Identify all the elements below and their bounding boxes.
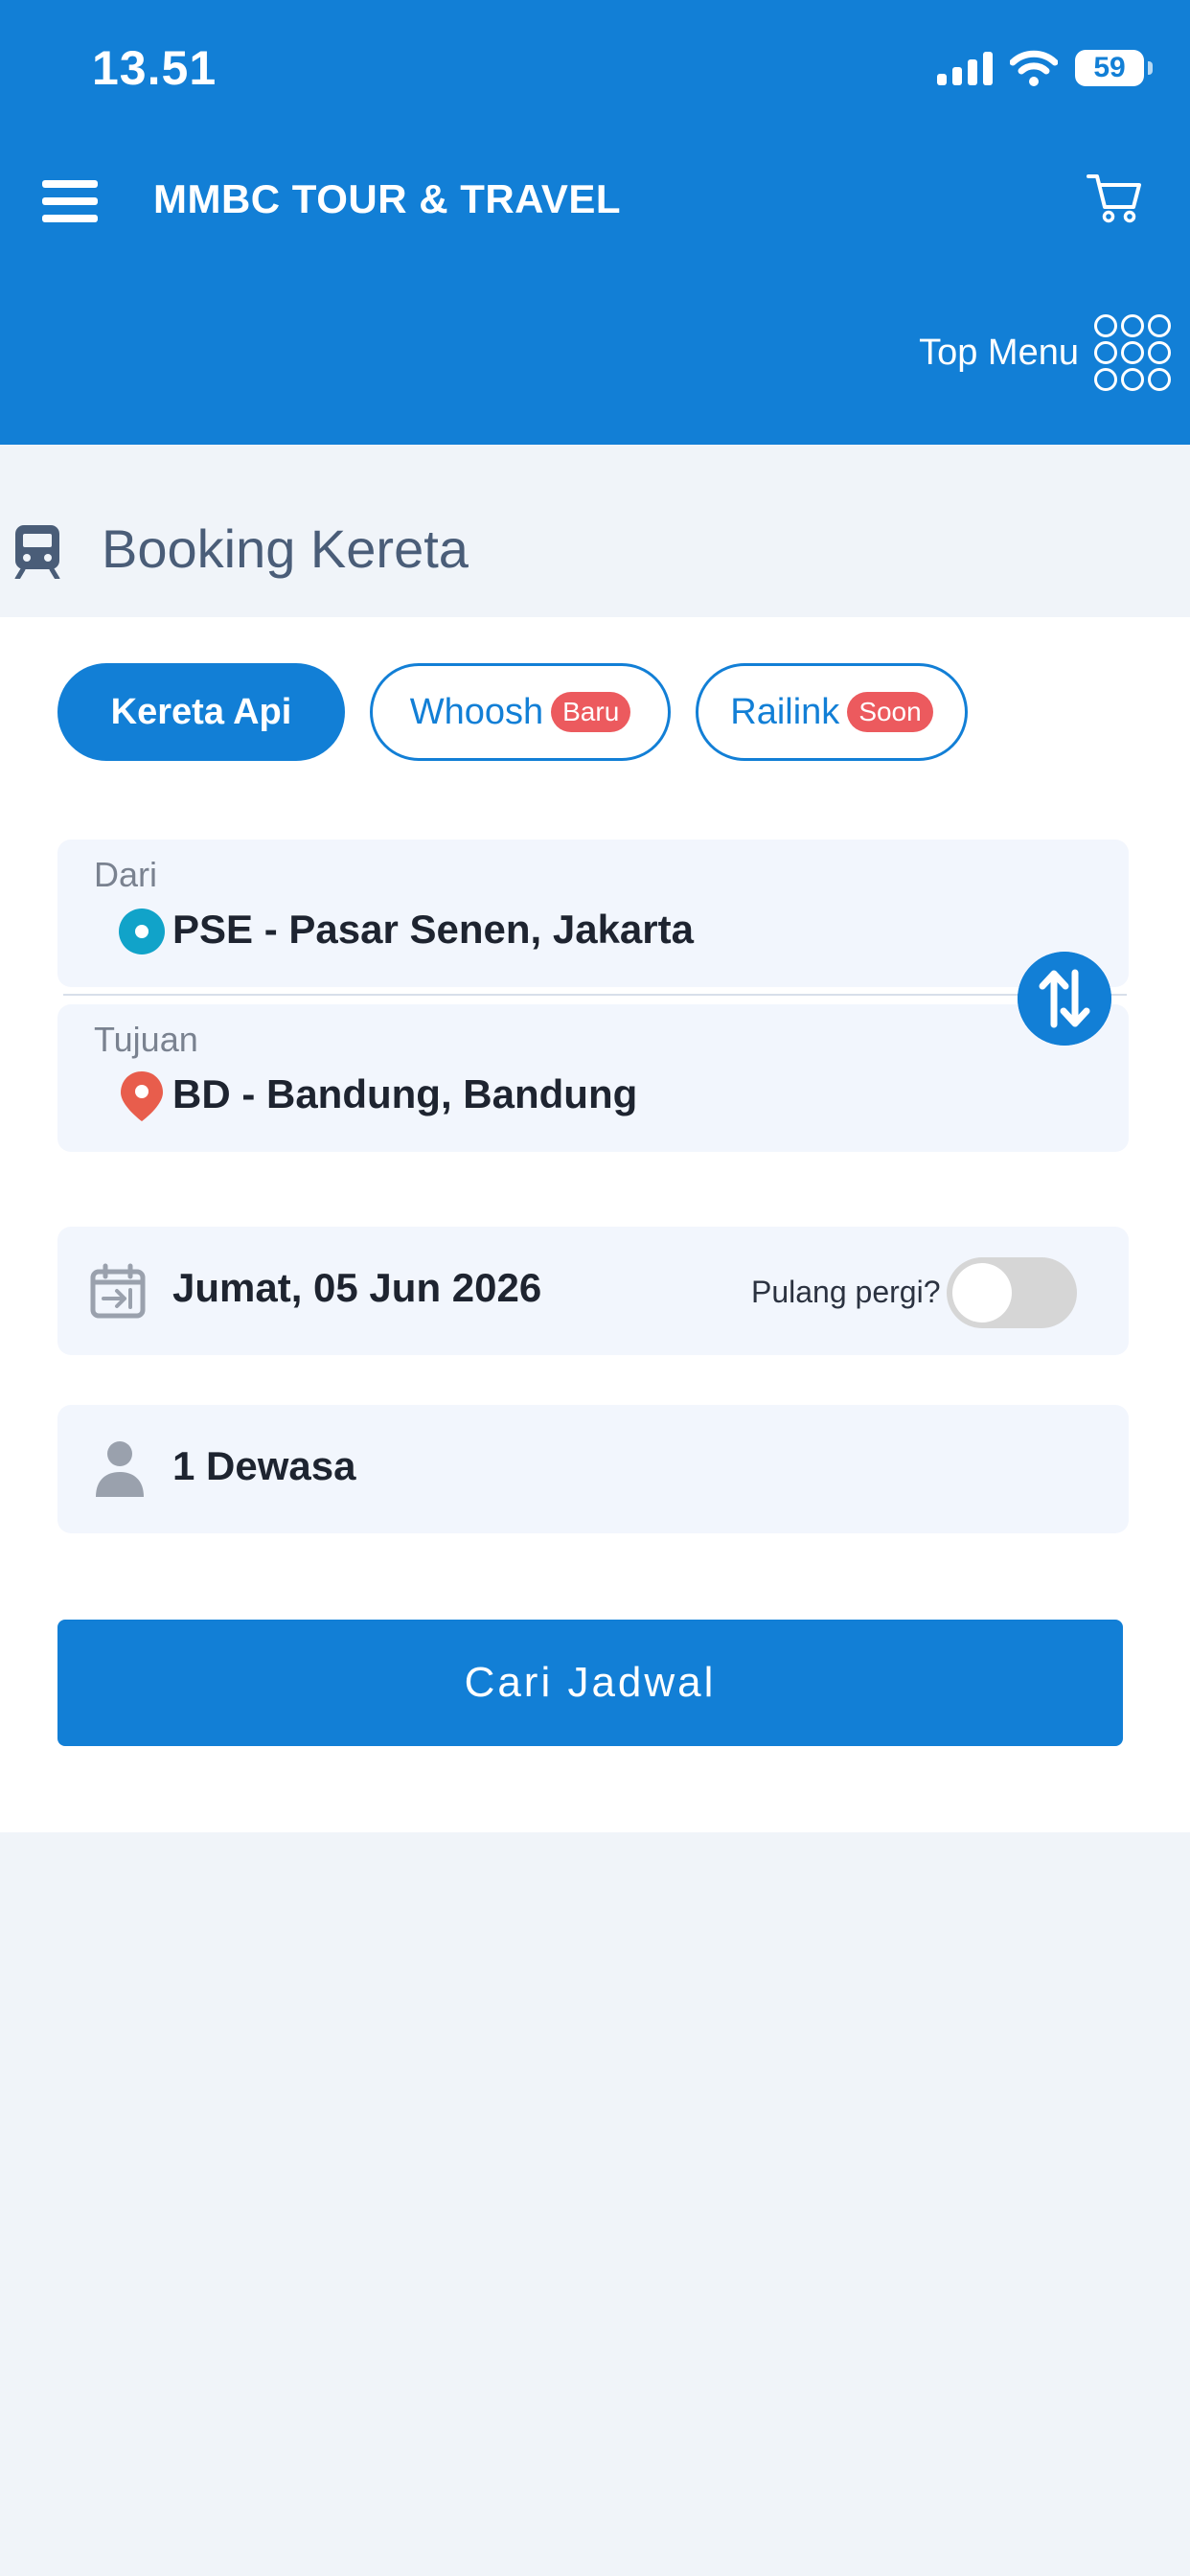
departure-date: Jumat, 05 Jun 2026	[172, 1265, 542, 1310]
destination-value: BD - Bandung, Bandung	[172, 1071, 638, 1116]
origin-value: PSE - Pasar Senen, Jakarta	[172, 907, 694, 952]
wifi-icon	[1010, 50, 1058, 86]
tab-kereta-api[interactable]: Kereta Api	[57, 663, 345, 761]
calendar-icon	[90, 1263, 146, 1319]
status-icons: 59	[937, 50, 1153, 86]
tab-whoosh[interactable]: Whoosh Baru	[370, 663, 671, 761]
field-divider	[63, 994, 1127, 996]
person-icon	[96, 1441, 144, 1497]
passenger-field[interactable]: 1 Dewasa	[57, 1405, 1129, 1533]
app-title: MMBC TOUR & TRAVEL	[153, 176, 622, 221]
new-badge: Baru	[551, 692, 631, 732]
top-menu-label: Top Menu	[919, 332, 1079, 373]
cart-icon[interactable]	[1087, 171, 1142, 224]
location-pin-icon	[121, 1071, 163, 1121]
swap-icon[interactable]	[1018, 952, 1111, 1046]
top-menu-button[interactable]: Top Menu	[919, 314, 1171, 391]
destination-field[interactable]: Tujuan BD - Bandung, Bandung	[57, 1004, 1129, 1152]
destination-label: Tujuan	[94, 1020, 198, 1059]
train-icon	[14, 525, 60, 579]
tab-label: Railink	[730, 691, 840, 732]
soon-badge: Soon	[847, 692, 933, 732]
status-time: 13.51	[92, 41, 217, 95]
passenger-count: 1 Dewasa	[172, 1443, 356, 1488]
battery-indicator: 59	[1075, 50, 1153, 86]
grid-icon	[1094, 314, 1171, 391]
app-header: 13.51 59 MMBC TOUR & TRAVEL Top Menu	[0, 0, 1190, 445]
origin-label: Dari	[94, 855, 158, 894]
origin-field[interactable]: Dari PSE - Pasar Senen, Jakarta	[57, 840, 1129, 987]
hamburger-icon[interactable]	[42, 180, 98, 222]
origin-dot-icon	[119, 908, 165, 954]
date-field[interactable]: Jumat, 05 Jun 2026 Pulang pergi?	[57, 1227, 1129, 1355]
search-schedule-button[interactable]: Cari Jadwal	[57, 1620, 1123, 1746]
section-title: Booking Kereta	[102, 518, 469, 579]
tab-railink[interactable]: Railink Soon	[696, 663, 968, 761]
round-trip-label: Pulang pergi?	[751, 1275, 941, 1309]
tab-label: Whoosh	[409, 691, 544, 732]
signal-icon	[937, 51, 993, 85]
tab-label: Kereta Api	[110, 691, 292, 732]
round-trip-toggle[interactable]	[947, 1257, 1077, 1328]
